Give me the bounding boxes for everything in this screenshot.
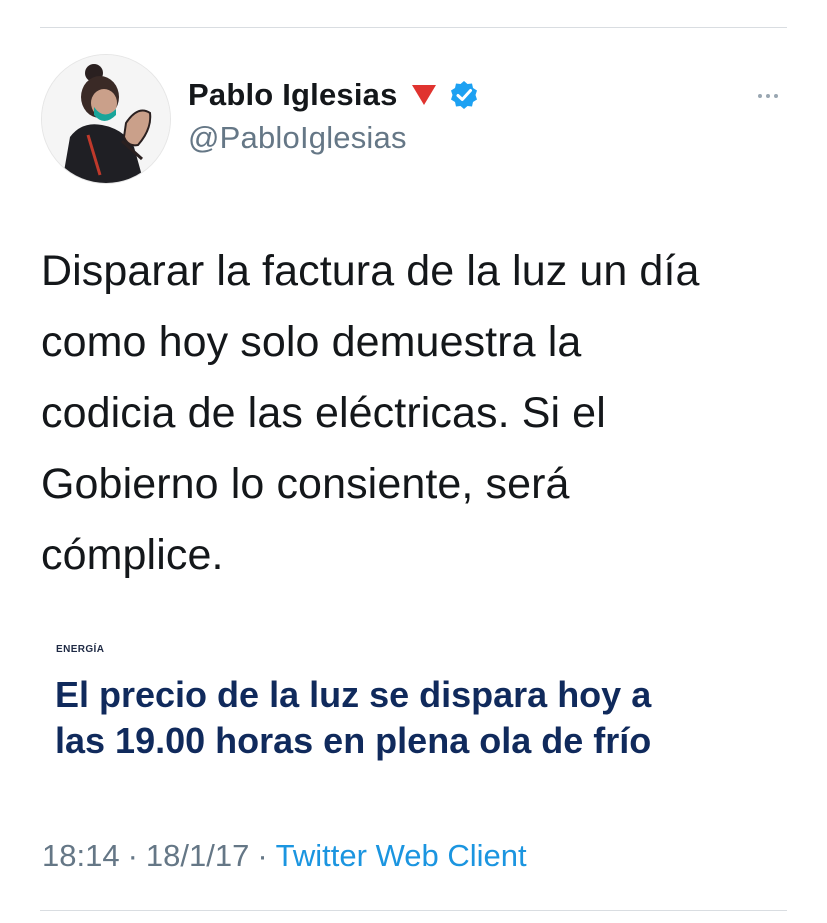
embedded-article[interactable]: ENERGÍA El precio de la luz se dispara h… bbox=[40, 636, 790, 776]
tweet-time[interactable]: 18:14 bbox=[42, 838, 120, 873]
bottom-divider bbox=[40, 910, 787, 911]
meta-separator: · bbox=[127, 838, 138, 873]
tweet-text-line: Gobierno lo consiente, será bbox=[41, 460, 570, 508]
article-headline-line: las 19.00 horas en plena ola de frío bbox=[55, 720, 652, 761]
tweet-text-line: Disparar la factura de la luz un día bbox=[41, 247, 700, 295]
profile-avatar-icon bbox=[42, 55, 170, 183]
more-dot-icon bbox=[758, 94, 762, 98]
tweet-meta: 18:14 · 18/1/17 · Twitter Web Client bbox=[42, 838, 527, 874]
more-dot-icon bbox=[766, 94, 770, 98]
more-options-button[interactable] bbox=[748, 86, 788, 106]
user-handle[interactable]: @PabloIglesias bbox=[188, 120, 407, 156]
display-name[interactable]: Pablo Iglesias bbox=[188, 77, 398, 113]
article-section-label: ENERGÍA bbox=[56, 644, 105, 655]
article-headline-line: El precio de la luz se dispara hoy a bbox=[55, 674, 652, 715]
article-headline: El precio de la luz se dispara hoy a las… bbox=[55, 672, 651, 764]
name-row: Pablo Iglesias bbox=[188, 74, 479, 116]
more-dot-icon bbox=[774, 94, 778, 98]
tweet-date[interactable]: 18/1/17 bbox=[146, 838, 249, 873]
tweet-text: Disparar la factura de la luz un día com… bbox=[41, 236, 791, 591]
red-triangle-icon bbox=[411, 83, 437, 107]
profile-avatar[interactable] bbox=[41, 54, 171, 184]
top-divider bbox=[40, 27, 787, 28]
meta-separator: · bbox=[257, 838, 268, 873]
tweet-text-line: como hoy solo demuestra la bbox=[41, 318, 582, 366]
tweet-text-line: cómplice. bbox=[41, 531, 224, 579]
tweet-source-link[interactable]: Twitter Web Client bbox=[276, 838, 527, 873]
verified-badge-icon bbox=[449, 80, 479, 110]
tweet-text-line: codicia de las eléctricas. Si el bbox=[41, 389, 606, 437]
